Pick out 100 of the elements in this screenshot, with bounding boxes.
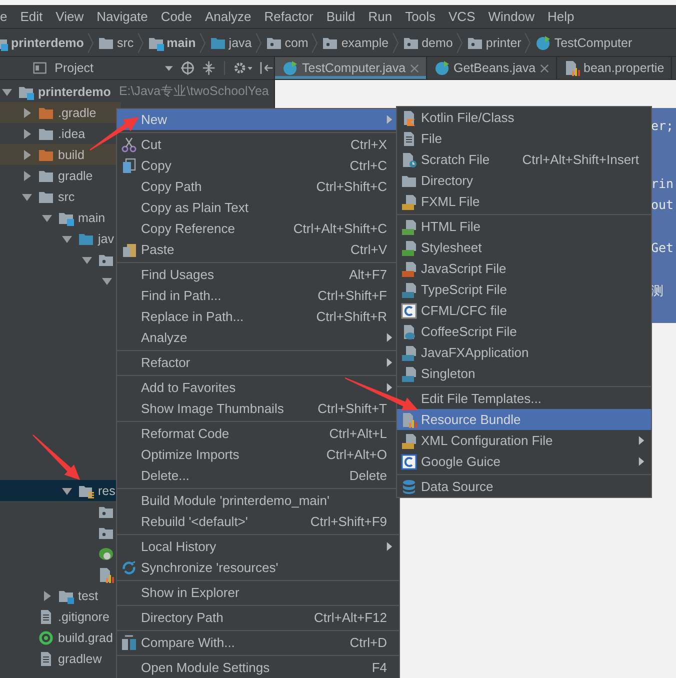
- menu-item[interactable]: Show in Explorer: [117, 582, 399, 603]
- tree-arrow-icon[interactable]: [2, 86, 12, 96]
- menu-bar-item[interactable]: Refactor: [258, 9, 320, 24]
- menu-item[interactable]: Add to Favorites: [117, 377, 399, 398]
- menu-bar-item[interactable]: VCS: [442, 9, 482, 24]
- class-icon: [282, 60, 298, 76]
- menu-item[interactable]: Local History: [117, 536, 399, 557]
- breadcrumb[interactable]: main: [148, 34, 196, 50]
- menu-item[interactable]: Refactor: [117, 352, 399, 373]
- collapse-all-icon[interactable]: [202, 61, 216, 75]
- menu-item[interactable]: Cut Ctrl+X: [117, 134, 399, 155]
- menu-item[interactable]: Google Guice: [397, 451, 651, 472]
- menu-bar-item[interactable]: Analyze: [198, 9, 258, 24]
- chevron-icon: [138, 32, 144, 52]
- copy-icon: [121, 158, 137, 174]
- menu-bar-item[interactable]: Run: [362, 9, 399, 24]
- sync-icon: [121, 560, 137, 576]
- menu-bar-item[interactable]: Help: [541, 9, 581, 24]
- chevron-icon: [88, 32, 94, 52]
- menu-bar-item[interactable]: Navigate: [90, 9, 154, 24]
- breadcrumb[interactable]: TestComputer: [535, 34, 632, 50]
- tree-arrow-icon[interactable]: [42, 590, 52, 600]
- gradle-icon: [38, 630, 54, 646]
- html-file-icon: [401, 218, 417, 234]
- tree-item[interactable]: .gradle: [0, 102, 121, 123]
- menu-item[interactable]: Find Usages Alt+F7: [117, 264, 399, 285]
- dropdown-caret-icon[interactable]: [164, 66, 173, 70]
- xml-file-icon: [401, 194, 417, 210]
- menu-item[interactable]: Show Image Thumbnails Ctrl+Shift+T: [117, 398, 399, 419]
- menu-item[interactable]: Synchronize 'resources': [117, 557, 399, 578]
- hide-panel-icon[interactable]: [260, 61, 274, 75]
- tree-arrow-icon[interactable]: [102, 276, 112, 286]
- menu-item[interactable]: XML Configuration File: [397, 430, 651, 451]
- menu-item[interactable]: CFML/CFC file: [397, 300, 651, 321]
- breadcrumb[interactable]: example: [322, 34, 389, 50]
- menu-item[interactable]: Rebuild '<default>' Ctrl+Shift+F9: [117, 511, 399, 532]
- tree-arrow-icon[interactable]: [22, 108, 32, 118]
- ts-file-icon: [401, 282, 417, 298]
- menu-item[interactable]: Kotlin File/Class: [397, 107, 651, 128]
- menu-bar-item[interactable]: View: [49, 9, 90, 24]
- menu-item[interactable]: Analyze: [117, 327, 399, 348]
- menu-item[interactable]: Directory: [397, 170, 651, 191]
- menu-item[interactable]: JavaScript File: [397, 258, 651, 279]
- properties-file-icon: [564, 60, 580, 76]
- menu-item[interactable]: Compare With... Ctrl+D: [117, 632, 399, 653]
- breadcrumb[interactable]: src: [98, 34, 134, 50]
- tree-arrow-icon[interactable]: [22, 170, 32, 180]
- chevron-icon: [525, 32, 532, 52]
- menu-item[interactable]: Replace in Path... Ctrl+Shift+R: [117, 306, 399, 327]
- compare-icon: [121, 634, 137, 650]
- menu-item[interactable]: TypeScript File: [397, 279, 651, 300]
- menu-bar-item[interactable]: Window: [482, 9, 541, 24]
- menu-item[interactable]: Scratch File Ctrl+Alt+Shift+Insert: [397, 149, 651, 170]
- tree-arrow-icon[interactable]: [62, 234, 72, 244]
- file-icon: [401, 130, 417, 146]
- menu-item[interactable]: Directory Path Ctrl+Alt+F12: [117, 607, 399, 628]
- menu-item[interactable]: Resource Bundle: [397, 409, 651, 430]
- menu-item[interactable]: Optimize Imports Ctrl+Alt+O: [117, 444, 399, 465]
- tree-arrow-icon[interactable]: [22, 192, 32, 202]
- gear-icon[interactable]: [232, 61, 252, 75]
- close-icon[interactable]: [540, 64, 549, 72]
- kotlin-file-icon: [401, 110, 417, 126]
- breadcrumb[interactable]: com: [266, 34, 308, 50]
- view-dropdown[interactable]: Project: [54, 61, 157, 75]
- menu-item[interactable]: FXML File: [397, 191, 651, 212]
- menu-item[interactable]: JavaFXApplication: [397, 342, 651, 363]
- menu-item[interactable]: Find in Path... Ctrl+Shift+F: [117, 285, 399, 306]
- editor-tab[interactable]: TestComputer.java: [275, 57, 427, 79]
- class-icon: [434, 60, 450, 76]
- menu-item[interactable]: Data Source: [397, 476, 651, 497]
- menu-bar-item[interactable]: e: [0, 9, 14, 24]
- tree-arrow-icon[interactable]: [62, 486, 72, 496]
- menu-bar-item[interactable]: Edit: [14, 9, 50, 24]
- tree-arrow-icon[interactable]: [42, 212, 52, 222]
- target-icon[interactable]: [180, 61, 194, 75]
- chevron-icon: [392, 32, 399, 52]
- js-file-icon: [401, 260, 417, 276]
- breadcrumb[interactable]: printer: [466, 34, 522, 50]
- tree-arrow-icon[interactable]: [22, 150, 32, 160]
- tree-arrow-icon[interactable]: [22, 128, 32, 138]
- breadcrumb[interactable]: java: [210, 34, 252, 50]
- breadcrumb[interactable]: demo: [402, 34, 453, 50]
- close-icon[interactable]: [410, 64, 419, 72]
- coffee-file-icon: [401, 324, 417, 340]
- menu-item[interactable]: New: [117, 109, 399, 130]
- menu-bar-item[interactable]: Code: [154, 9, 198, 24]
- menu-item[interactable]: Edit File Templates...: [397, 388, 651, 409]
- menu-item[interactable]: Reformat Code Ctrl+Alt+L: [117, 423, 399, 444]
- breadcrumb[interactable]: printerdemo: [0, 34, 84, 50]
- menu-bar-item[interactable]: Build: [320, 9, 362, 24]
- spring-icon: [98, 546, 114, 562]
- tree-arrow-icon[interactable]: [82, 254, 92, 264]
- menu-item[interactable]: Stylesheet: [397, 237, 651, 258]
- menu-item[interactable]: CoffeeScript File: [397, 321, 651, 342]
- menu-bar-item[interactable]: Tools: [398, 9, 442, 24]
- tree-item[interactable]: printerdemo E:\Java专业\twoSchoolYea: [0, 81, 274, 102]
- project-icon: [33, 61, 47, 75]
- menu-item[interactable]: Singleton: [397, 363, 651, 384]
- menu-item[interactable]: HTML File: [397, 216, 651, 237]
- menu-item[interactable]: File: [397, 128, 651, 149]
